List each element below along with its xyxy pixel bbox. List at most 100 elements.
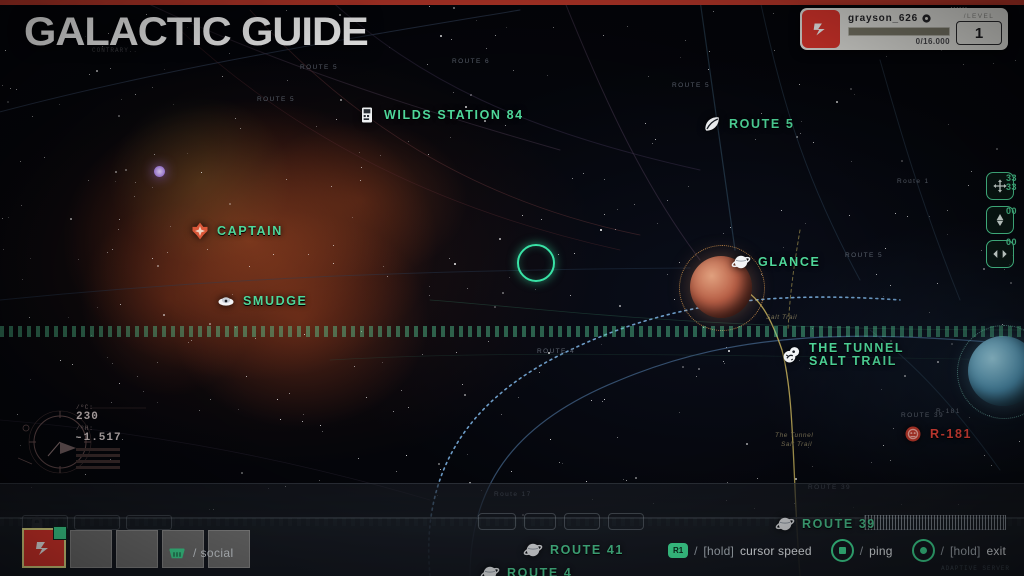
page-title: GALACTIC GUIDE — [24, 10, 369, 54]
cave-icon — [783, 347, 800, 363]
map-label-the-tunnel[interactable]: THE TUNNEL SALT TRAIL — [782, 342, 904, 368]
bottom-route-text: ROUTE 4 — [507, 565, 573, 576]
coin-icon — [922, 13, 931, 23]
map-cursor[interactable] — [517, 244, 555, 282]
route-text-trail: The Tunnel — [775, 432, 814, 439]
route-text: R-181 — [936, 408, 961, 415]
map-label-captain[interactable]: CAPTAIN — [190, 221, 283, 241]
route-text-trail: Salt Trail — [781, 441, 813, 448]
slot-3[interactable] — [116, 530, 158, 568]
equator-band — [0, 326, 1024, 337]
route-text: ROUTE 6 — [452, 58, 490, 65]
control-hints[interactable]: R1 / [hold] cursor speed / ping / [hold] exit — [668, 539, 1006, 562]
basket-icon — [169, 548, 185, 559]
username-row: grayson_626 — [848, 13, 950, 24]
bottom-button-1[interactable] — [478, 513, 516, 530]
compass-minibars — [76, 448, 120, 472]
player-hud-middle: grayson_626 0/16.000 — [840, 10, 956, 49]
map-label-r-181[interactable]: R-181 — [903, 424, 972, 444]
map-controls-values: 33 33 00 00 — [1006, 172, 1022, 247]
control-separator: / — [694, 543, 698, 558]
social-label: / social — [193, 546, 234, 560]
username: grayson_626 — [848, 12, 918, 24]
hud-dots: ...... — [950, 3, 968, 10]
map-label-text: GLANCE — [758, 254, 821, 269]
slot-avatar[interactable] — [22, 526, 67, 568]
control-value-2: 00 — [1006, 206, 1018, 216]
control-hint[interactable]: R1 / [hold] cursor speed — [668, 543, 812, 558]
leaf-swirl-icon — [705, 117, 719, 131]
route-text: ROUTE 5 — [300, 64, 338, 71]
compass-h-label: /ºH: — [76, 425, 94, 432]
compass-readouts: /ºC: 230 /ºH: -1.517 — [76, 404, 122, 446]
level-widget: /LEVEL 1 — [956, 13, 1008, 45]
bottom-route-text: ROUTE 41 — [550, 542, 624, 557]
game-screen: GALACTIC GUIDE CONTRARY.. grayson_626 0/… — [0, 0, 1024, 576]
control-hold: [hold] — [703, 543, 734, 558]
control-hint[interactable]: / [hold] exit — [911, 539, 1006, 562]
route-text: ROUTE 5 — [845, 252, 883, 259]
xp-bar — [848, 26, 950, 36]
map-label-text: CAPTAIN — [217, 223, 283, 238]
ringed-planet-icon — [775, 517, 795, 531]
ringed-planet-icon — [480, 566, 500, 576]
station-icon — [362, 107, 372, 123]
bottom-route-text: ROUTE 39 — [802, 516, 876, 531]
route-text-trail: Salt Trail — [766, 314, 798, 321]
map-label-text: R-181 — [930, 426, 973, 441]
compass-c-value: 230 — [76, 411, 99, 423]
level-value: 1 — [956, 21, 1002, 45]
control-value-1b: 33 — [1006, 182, 1018, 192]
square-button-icon[interactable] — [830, 539, 854, 562]
slot-badge — [53, 526, 67, 540]
control-label: cursor speed — [739, 543, 812, 558]
bottom-button-2[interactable] — [524, 513, 556, 530]
r1-button-icon[interactable]: R1 — [668, 543, 689, 558]
bottom-button-4[interactable] — [608, 513, 644, 530]
lightning-avatar-icon — [813, 23, 825, 36]
map-label-text: SMUDGE — [243, 293, 308, 308]
route-text: ROUTE 4 — [537, 348, 575, 355]
saucer-icon — [218, 297, 234, 306]
avatar — [802, 10, 840, 48]
ringed-planet-icon — [523, 543, 543, 557]
circle-button-icon[interactable] — [911, 539, 935, 562]
slot-2[interactable] — [70, 530, 112, 568]
compass-h-value: -1.517 — [76, 432, 122, 444]
control-separator: / — [859, 543, 864, 558]
red-target-icon — [905, 426, 921, 442]
route-text: ROUTE 5 — [257, 96, 295, 103]
expand-horizontal-icon — [993, 250, 1007, 258]
bottom-route-label[interactable]: ROUTE 39 — [775, 514, 876, 534]
cross-diamond-icon — [192, 222, 208, 240]
micro-text: ADAPTIVE SERVER — [940, 565, 1010, 572]
map-label-route-5[interactable]: ROUTE 5 — [702, 114, 794, 134]
control-label: exit — [986, 543, 1006, 558]
top-accent-bar — [0, 0, 1024, 5]
bottom-progress-strip — [864, 515, 1006, 530]
control-value-3: 00 — [1006, 237, 1018, 247]
ringed-planet-icon — [731, 255, 751, 269]
social-entry[interactable]: / social — [168, 546, 234, 560]
control-hold: [hold] — [949, 543, 981, 558]
map-label-wilds-station-84[interactable]: WILDS STATION 84 — [357, 105, 524, 125]
route-text: ROUTE 5 — [672, 82, 710, 89]
title-subglyph: CONTRARY.. — [92, 47, 139, 54]
compass-c-label: /ºC: — [76, 404, 94, 411]
player-hud[interactable]: grayson_626 0/16.000 /LEVEL 1 — [800, 8, 1008, 50]
level-caption: /LEVEL — [963, 13, 995, 20]
bottom-route-label[interactable]: ROUTE 4 — [480, 563, 572, 576]
map-label-smudge[interactable]: SMUDGE — [216, 291, 307, 311]
control-hint[interactable]: / ping — [830, 539, 893, 562]
map-label-text-2: SALT TRAIL — [809, 354, 897, 368]
control-separator: / — [940, 543, 944, 558]
route-text: Route 1 — [897, 178, 930, 185]
control-label: ping — [869, 543, 893, 558]
map-label-glance[interactable]: GLANCE — [731, 252, 820, 272]
bottom-center-buttons[interactable] — [478, 513, 644, 530]
bottom-route-label[interactable]: ROUTE 41 — [523, 540, 624, 560]
star-purple — [154, 166, 165, 177]
bottom-button-3[interactable] — [564, 513, 600, 530]
map-label-text: THE TUNNEL SALT TRAIL — [809, 341, 905, 368]
map-label-text: ROUTE 5 — [729, 116, 795, 131]
